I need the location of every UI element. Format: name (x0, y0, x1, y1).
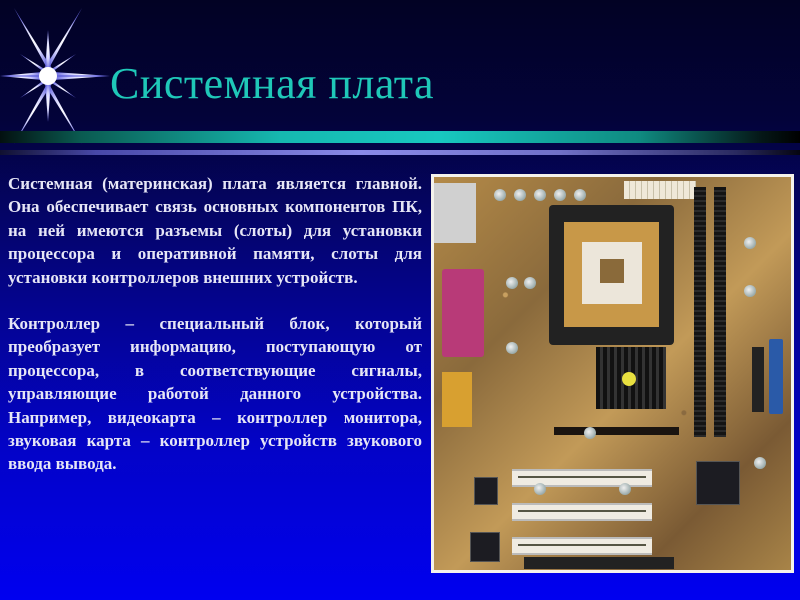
capacitor (744, 285, 756, 297)
cpu-socket-center (600, 259, 624, 283)
io-ports (434, 183, 476, 243)
ide-connector-blue (769, 339, 783, 414)
capacitor (619, 483, 631, 495)
capacitor (534, 189, 546, 201)
capacitor (494, 189, 506, 201)
capacitor (754, 457, 766, 469)
capacitor (524, 277, 536, 289)
body-text: Системная (материнская) плата является г… (8, 172, 422, 499)
io-chip (696, 461, 740, 505)
pci-slot (512, 537, 652, 555)
accent-bar-primary (0, 131, 800, 143)
serial-port (442, 372, 472, 427)
agp-slot (554, 427, 679, 435)
capacitor (506, 277, 518, 289)
capacitor (584, 427, 596, 439)
capacitor (514, 189, 526, 201)
paragraph-motherboard: Системная (материнская) плата является г… (8, 174, 422, 287)
parallel-port (442, 269, 484, 357)
capacitor (554, 189, 566, 201)
capacitor (574, 189, 586, 201)
ram-slot (714, 187, 726, 437)
motherboard-image (434, 177, 791, 570)
paragraph-controller: Контроллер – специальный блок, который п… (8, 314, 422, 474)
accent-bar-secondary (0, 150, 800, 155)
capacitor (534, 483, 546, 495)
chip (470, 532, 500, 562)
star-icon (0, 8, 110, 144)
heatsink-label (622, 372, 636, 386)
capacitor (744, 237, 756, 249)
chip (474, 477, 498, 505)
ram-slot (694, 187, 706, 437)
capacitor (506, 342, 518, 354)
slide-title: Системная плата (110, 59, 435, 108)
power-connector (624, 181, 696, 199)
ide-connector (752, 347, 764, 412)
pci-slot (512, 469, 652, 487)
motherboard-photo (431, 174, 794, 573)
pci-slot (512, 503, 652, 521)
isa-connector (524, 557, 674, 569)
